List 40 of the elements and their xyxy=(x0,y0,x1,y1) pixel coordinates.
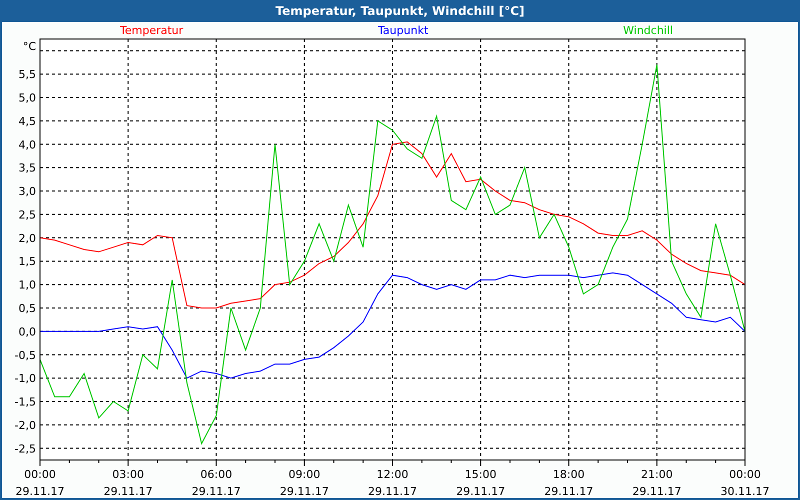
series-legend-label: Windchill xyxy=(623,24,673,36)
x-tick-date: 29.11.17 xyxy=(16,485,64,498)
y-tick-label: -0,5 xyxy=(14,348,36,362)
x-tick-label: 21:00 xyxy=(641,468,673,481)
x-tick-label: 18:00 xyxy=(552,468,585,481)
y-tick-label: 3,0 xyxy=(18,185,36,198)
x-tick-label: 15:00 xyxy=(464,468,496,481)
x-tick-label: 06:00 xyxy=(200,468,232,481)
series-legend-label: Taupunkt xyxy=(378,24,428,36)
y-tick-label: 4,5 xyxy=(18,114,36,128)
unit-label: °C xyxy=(22,40,36,53)
x-tick-label: 09:00 xyxy=(288,468,320,481)
y-tick-label: 2,5 xyxy=(18,208,36,222)
x-tick-label: 00:00 xyxy=(729,468,761,481)
x-tick-date: 29.11.17 xyxy=(632,485,682,498)
x-tick-date: 29.11.17 xyxy=(368,485,417,498)
y-tick-label: -2,0 xyxy=(14,418,36,432)
series-legend-label: Temperatur xyxy=(120,24,184,36)
x-tick-date: 30.11.17 xyxy=(720,485,770,498)
y-tick-label: 0,5 xyxy=(18,302,36,315)
y-tick-label: -2,5 xyxy=(14,442,36,456)
y-tick-label: 1,0 xyxy=(18,278,36,292)
y-tick-label: -1,5 xyxy=(14,396,36,409)
x-tick-label: 12:00 xyxy=(376,468,408,481)
x-tick-date: 29.11.17 xyxy=(544,485,594,498)
y-tick-label: 2,0 xyxy=(18,232,36,245)
x-tick-date: 29.11.17 xyxy=(456,485,506,498)
x-tick-label: 00:00 xyxy=(24,468,56,481)
x-tick-date: 29.11.17 xyxy=(280,485,329,498)
y-tick-label: 4,0 xyxy=(18,138,36,152)
y-tick-label: 3,5 xyxy=(18,162,36,175)
y-tick-label: -1,0 xyxy=(14,372,36,386)
y-tick-label: 0,0 xyxy=(18,325,36,338)
x-tick-label: 03:00 xyxy=(112,468,144,481)
x-tick-date: 29.11.17 xyxy=(192,485,241,498)
x-tick-date: 29.11.17 xyxy=(104,485,153,498)
y-tick-label: 5,5 xyxy=(18,68,36,82)
y-tick-label: 5,0 xyxy=(18,91,36,104)
window-title: Temperatur, Taupunkt, Windchill [°C] xyxy=(0,0,800,22)
y-tick-label: 1,5 xyxy=(18,255,36,268)
